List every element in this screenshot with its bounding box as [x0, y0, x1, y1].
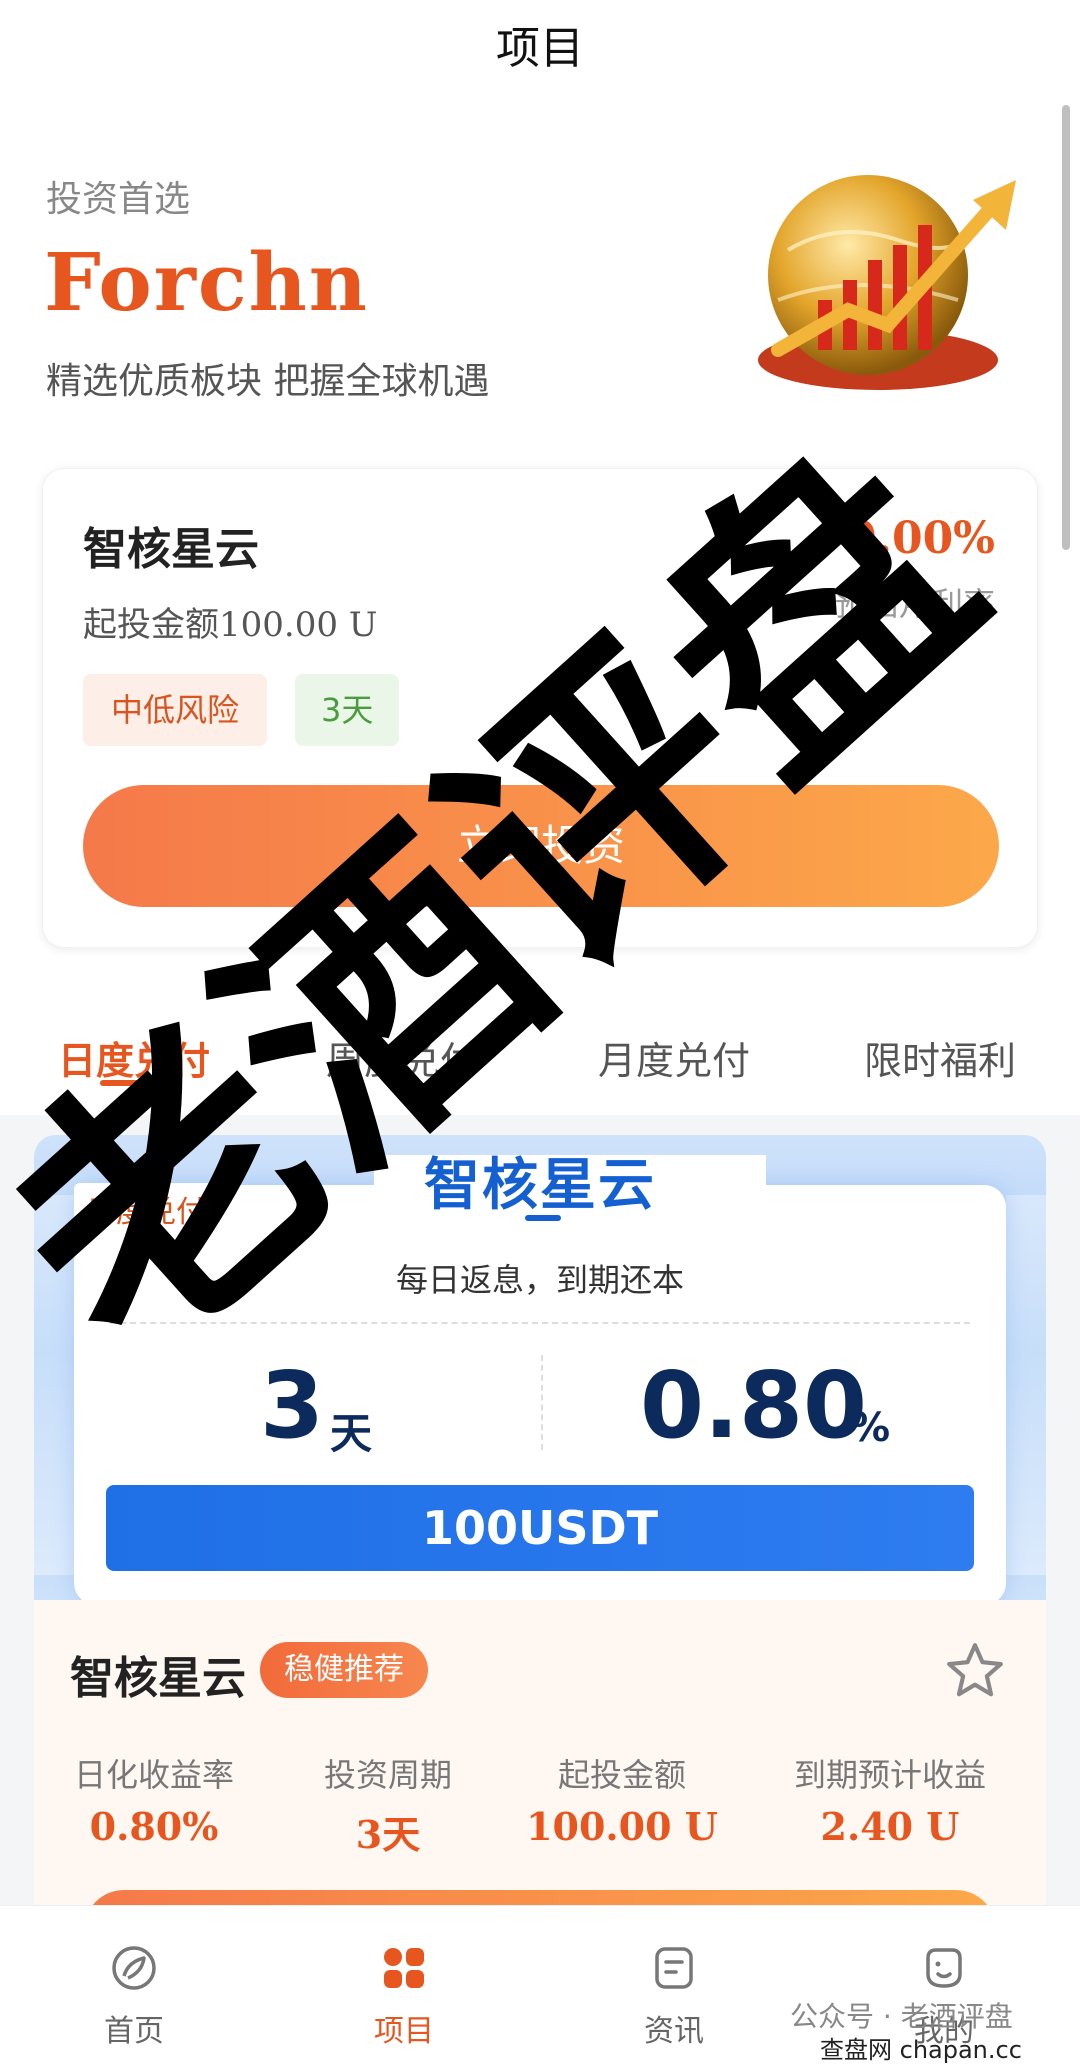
featured-min-invest: 起投金额100.00 U [83, 605, 378, 645]
banner-title: 智核星云 [424, 1153, 656, 1218]
tab-weekly[interactable]: 周度兑付 [326, 1030, 478, 1085]
recommend-badge: 稳健推荐 [260, 1642, 428, 1698]
divider [541, 1355, 543, 1450]
banner-days: 3 [260, 1352, 325, 1459]
nav-item-project[interactable]: 项目 [304, 1906, 504, 2064]
banner-rate-unit: % [850, 1405, 891, 1451]
stat-value: 3天 [355, 1812, 421, 1857]
days-tag: 3天 [295, 674, 400, 746]
banner-rate: 0.80 [640, 1352, 867, 1459]
banner-subtitle: 每日返息，到期还本 [395, 1261, 684, 1299]
tab-limited[interactable]: 限时福利 [864, 1030, 1016, 1085]
banner-amount: 100USDT [106, 1485, 974, 1571]
hero-subtitle: 投资首选 [46, 179, 191, 220]
featured-rate: 0.00% [846, 513, 995, 564]
stat-label: 到期预计收益 [793, 1756, 986, 1794]
page-title: 项目 [496, 23, 584, 74]
banner-title-underline [525, 1215, 561, 1221]
news-icon [655, 1947, 693, 1989]
risk-tag: 中低风险 [83, 674, 268, 746]
active-tab-indicator [100, 1080, 140, 1086]
stat-label: 起投金额 [557, 1756, 686, 1794]
nav-label: 首页 [104, 2014, 164, 2049]
featured-product-card[interactable]: 智核星云 0.00% 预估月利率 起投金额100.00 U 中低风险 3天 立即… [42, 468, 1038, 948]
banner-days-unit: 天 [330, 1409, 373, 1458]
site-credit: 查盘网 chapan.cc [820, 2036, 1022, 2064]
payout-tabs: 日度兑付 周度兑付 月度兑付 限时福利 [0, 1030, 1080, 1110]
product-name: 智核星云 [70, 1653, 246, 1704]
project-page: 项目 投资首选 Forchn 精选优质板块 把握全球机遇 智核星云 0.00% … [0, 0, 1080, 2064]
divider [110, 1322, 970, 1324]
nav-item-news[interactable]: 资讯 [574, 1906, 774, 2064]
stat-value: 100.00 U [526, 1804, 718, 1849]
scrollbar[interactable] [1062, 105, 1070, 550]
hero-slogan: 精选优质板块 把握全球机遇 [46, 361, 490, 402]
hero-brand: Forchn [44, 235, 369, 329]
stat-value: 0.80% [89, 1804, 219, 1849]
stat-label: 投资周期 [323, 1756, 452, 1794]
grid-icon [384, 1948, 424, 1988]
product-detail-panel[interactable]: 智核星云 稳健推荐 日化收益率 0.80% 投资周期 3天 起投金额 100.0… [34, 1600, 1046, 1970]
stat-label: 日化收益率 [73, 1756, 234, 1794]
home-icon [112, 1946, 156, 1990]
star-outline-icon[interactable] [944, 1640, 1006, 1702]
featured-rate-label: 预估月利率 [834, 585, 995, 623]
profile-icon [926, 1948, 962, 1988]
nav-item-home[interactable]: 首页 [34, 1906, 234, 2064]
featured-product-name: 智核星云 [83, 524, 259, 575]
stat-value: 2.40 U [820, 1804, 960, 1849]
nav-label: 项目 [374, 2014, 434, 2049]
invest-now-button[interactable]: 立即投资 [83, 785, 999, 907]
tab-daily[interactable]: 日度兑付 [58, 1030, 210, 1085]
globe-chart-icon [758, 175, 1016, 390]
footer-credit: 公众号 · 老酒评盘 [790, 2000, 1013, 2033]
tab-monthly[interactable]: 月度兑付 [598, 1030, 750, 1085]
nav-label: 资讯 [644, 2014, 704, 2049]
